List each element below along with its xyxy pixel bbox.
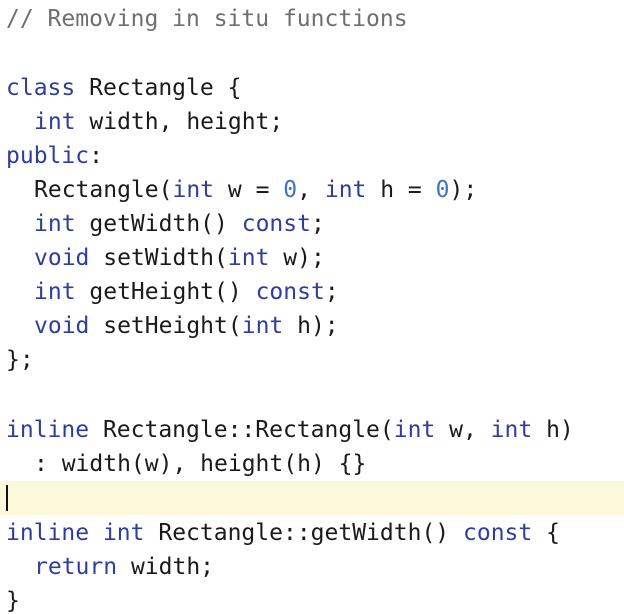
- code-text: Rectangle::Rectangle(: [89, 417, 394, 443]
- code-text: w);: [269, 245, 325, 271]
- code-line-13: inline Rectangle::Rectangle(int w, int h…: [0, 413, 624, 447]
- keyword: int: [241, 313, 284, 339]
- keyword: return: [34, 554, 118, 580]
- code-editor[interactable]: // Removing in situ functions class Rect…: [0, 0, 624, 614]
- current-line[interactable]: [0, 481, 624, 515]
- code-text: w =: [214, 177, 284, 203]
- number-literal: 0: [283, 177, 298, 203]
- code-line-5: public:: [0, 139, 624, 173]
- keyword: class: [6, 75, 76, 101]
- code-text: };: [6, 347, 34, 373]
- keyword: void: [34, 245, 90, 271]
- code-text: :: [89, 143, 103, 169]
- keyword: int: [102, 520, 145, 546]
- keyword: const: [463, 520, 533, 546]
- keyword: void: [34, 313, 90, 339]
- comment: // Removing in situ functions: [6, 6, 408, 32]
- code-text: w,: [435, 417, 491, 443]
- code-text: Rectangle::getWidth(): [144, 520, 463, 546]
- code-line-10: void setHeight(int h);: [0, 309, 624, 343]
- code-text: setHeight(: [89, 313, 242, 339]
- code-text: ;: [324, 279, 339, 305]
- number-literal: 0: [435, 177, 450, 203]
- keyword: int: [172, 177, 215, 203]
- code-line-18: }: [0, 584, 624, 614]
- keyword: int: [34, 211, 76, 237]
- keyword: public: [6, 143, 90, 169]
- text-caret: [6, 485, 8, 511]
- code-text: }: [6, 588, 20, 614]
- code-line-7: int getWidth() const;: [0, 207, 624, 241]
- code-line-8: void setWidth(int w);: [0, 241, 624, 275]
- keyword: int: [34, 109, 76, 135]
- keyword: int: [227, 245, 270, 271]
- code-line-3: class Rectangle {: [0, 71, 624, 105]
- code-text: h): [532, 417, 574, 443]
- keyword: inline: [6, 520, 90, 546]
- code-text: h =: [366, 177, 436, 203]
- keyword: int: [490, 417, 533, 443]
- code-text: : width(w), height(h) {}: [34, 451, 367, 477]
- code-text: Rectangle(: [34, 177, 173, 203]
- keyword: int: [324, 177, 367, 203]
- code-line-9: int getHeight() const;: [0, 275, 624, 309]
- code-text: setWidth(: [89, 245, 228, 271]
- keyword: int: [34, 279, 76, 305]
- code-line-11: };: [0, 343, 624, 377]
- code-line-14: : width(w), height(h) {}: [0, 447, 624, 481]
- code-text: width;: [117, 554, 215, 580]
- code-line-6: Rectangle(int w = 0, int h = 0);: [0, 173, 624, 207]
- code-line-17: return width;: [0, 550, 624, 584]
- keyword: const: [255, 279, 325, 305]
- code-line-1: // Removing in situ functions: [0, 2, 624, 36]
- code-text: {: [532, 520, 560, 546]
- code-line-16: inline int Rectangle::getWidth() const {: [0, 516, 624, 550]
- keyword: int: [393, 417, 436, 443]
- code-text: Rectangle {: [75, 75, 242, 101]
- code-line-4: int width, height;: [0, 105, 624, 139]
- code-text: width, height;: [75, 109, 284, 135]
- keyword: inline: [6, 417, 90, 443]
- code-text: );: [449, 177, 478, 203]
- code-text: getHeight(): [75, 279, 256, 305]
- code-text: h);: [283, 313, 339, 339]
- code-text: ,: [297, 177, 325, 203]
- code-text: getWidth(): [75, 211, 242, 237]
- code-text: ;: [310, 211, 325, 237]
- keyword: const: [241, 211, 311, 237]
